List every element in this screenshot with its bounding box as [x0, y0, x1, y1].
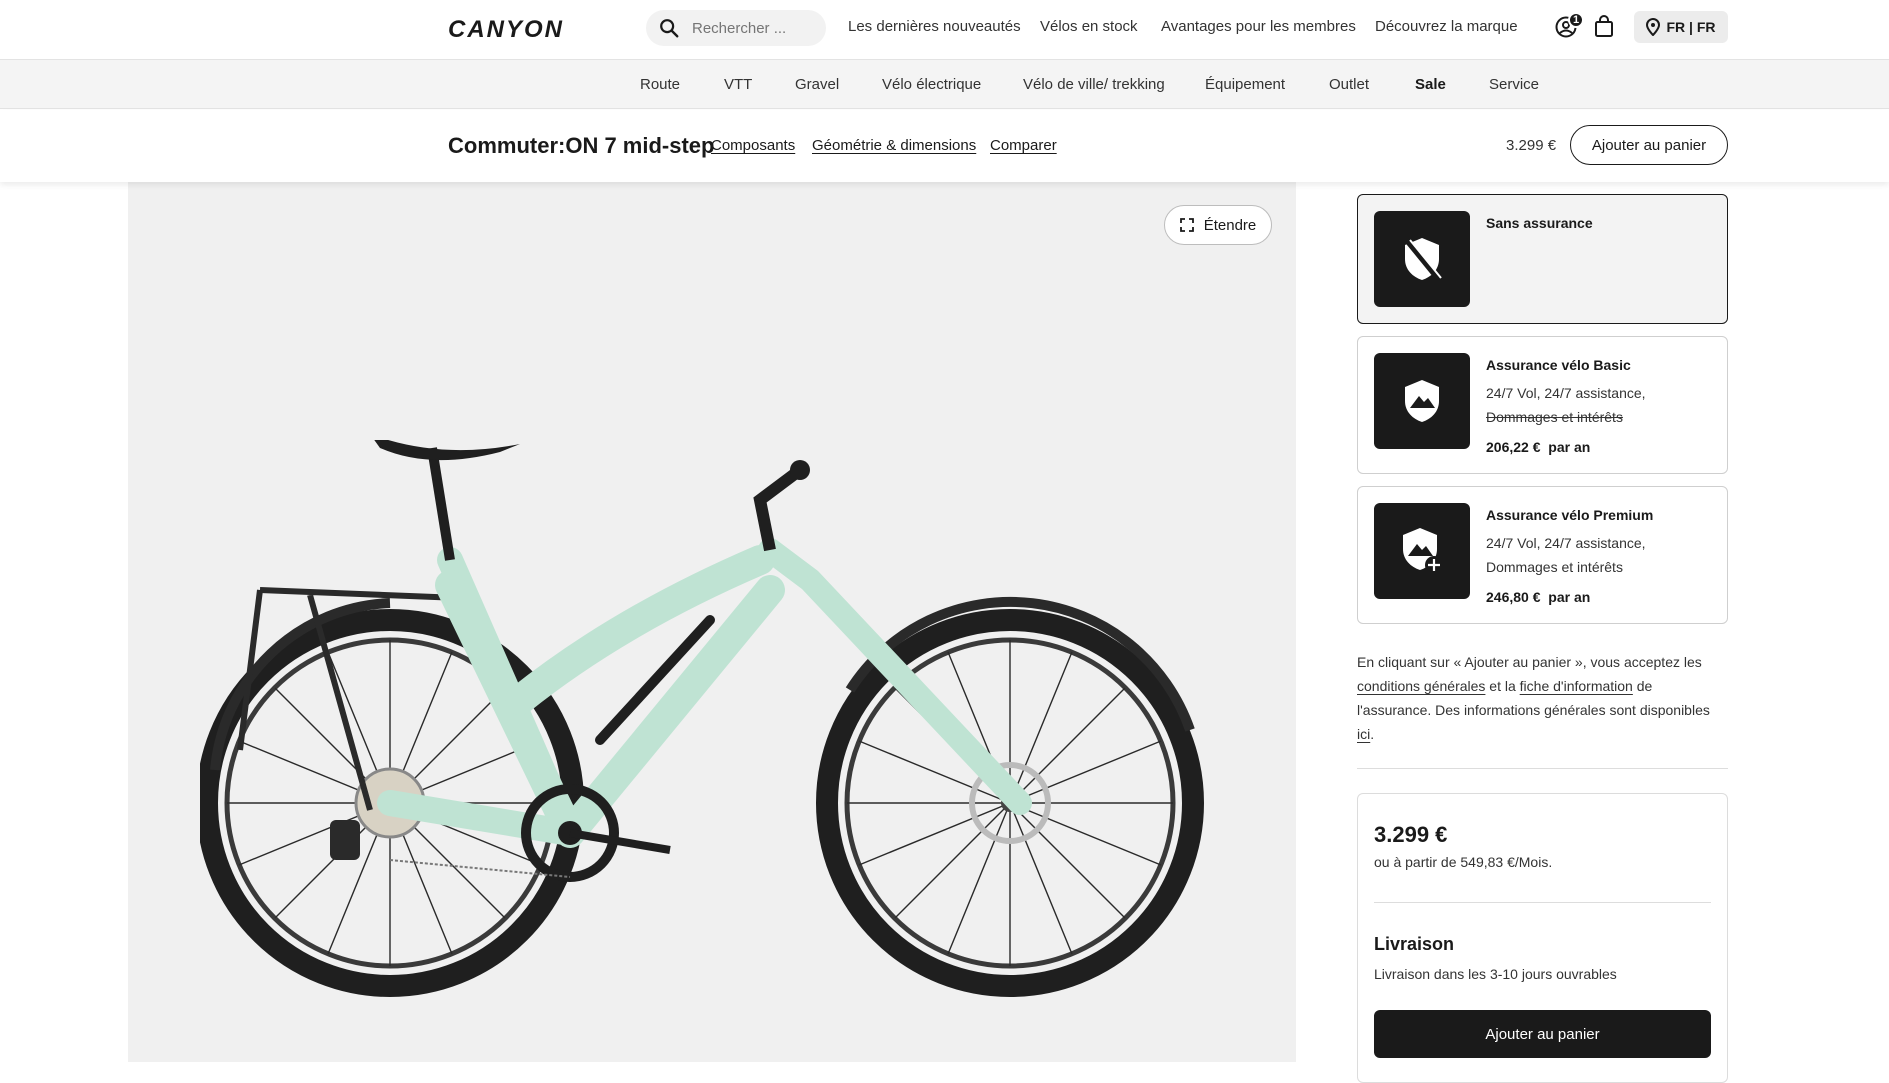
fullscreen-icon	[1179, 218, 1194, 232]
insurance-premium-line1: 24/7 Vol, 24/7 assistance,	[1486, 535, 1646, 551]
account-badge: 1	[1568, 12, 1584, 28]
link-comparer[interactable]: Comparer	[990, 137, 1057, 154]
insurance-premium-per: par an	[1548, 589, 1591, 605]
add-to-cart-top-button[interactable]: Ajouter au panier	[1570, 125, 1728, 165]
insurance-premium-price: 246,80 € par an	[1486, 589, 1590, 605]
canyon-logo[interactable]: CANYON	[448, 16, 592, 40]
insurance-basic-amount: 206,22 €	[1486, 439, 1541, 455]
insurance-option-premium[interactable]: Assurance vélo Premium 24/7 Vol, 24/7 as…	[1357, 486, 1728, 624]
category-bar: Route VTT Gravel Vélo électrique Vélo de…	[0, 60, 1889, 109]
search-icon	[660, 19, 679, 38]
category-sale[interactable]: Sale	[1415, 76, 1446, 93]
category-outlet[interactable]: Outlet	[1329, 76, 1369, 93]
shield-mountain-icon	[1374, 353, 1470, 449]
bike-image	[200, 440, 1204, 997]
insurance-premium-title: Assurance vélo Premium	[1486, 507, 1654, 523]
delivery-title: Livraison	[1374, 934, 1455, 954]
insurance-premium-desc: 24/7 Vol, 24/7 assistance, Dommages et i…	[1486, 531, 1716, 579]
category-route[interactable]: Route	[640, 76, 680, 93]
divider	[1357, 768, 1728, 769]
insurance-option-basic[interactable]: Assurance vélo Basic 24/7 Vol, 24/7 assi…	[1357, 336, 1728, 474]
locale-selector[interactable]: FR | FR	[1634, 11, 1728, 43]
insurance-basic-line2: Dommages et intérêts	[1486, 409, 1623, 425]
insurance-basic-desc: 24/7 Vol, 24/7 assistance, Dommages et i…	[1486, 381, 1716, 429]
shopping-bag-icon[interactable]	[1594, 15, 1614, 37]
link-ici[interactable]: ici	[1357, 726, 1370, 742]
insurance-option-none[interactable]: Sans assurance	[1357, 194, 1728, 324]
insurance-basic-price: 206,22 € par an	[1486, 439, 1590, 455]
nav-discover-brand[interactable]: Découvrez la marque	[1375, 18, 1518, 35]
link-geometrie[interactable]: Géométrie & dimensions	[812, 137, 976, 154]
expand-button[interactable]: Étendre	[1164, 205, 1272, 245]
link-composants[interactable]: Composants	[711, 137, 795, 154]
insurance-premium-line2: Dommages et intérêts	[1486, 559, 1623, 575]
logo-text: CANYON	[448, 16, 564, 40]
insurance-basic-title: Assurance vélo Basic	[1486, 357, 1631, 373]
top-navigation-bar: CANYON Les dernières nouveautés Vélos en…	[0, 0, 1889, 60]
terms-part1: En cliquant sur « Ajouter au panier », v…	[1357, 654, 1702, 670]
insurance-none-title: Sans assurance	[1486, 215, 1593, 231]
terms-part2: et la	[1485, 678, 1520, 694]
product-title: Commuter:ON 7 mid-step	[448, 133, 715, 158]
purchase-divider	[1374, 902, 1711, 903]
locale-label: FR | FR	[1666, 19, 1716, 35]
terms-text: En cliquant sur « Ajouter au panier », v…	[1357, 650, 1728, 746]
insurance-basic-line1: 24/7 Vol, 24/7 assistance,	[1486, 385, 1646, 401]
product-price: 3.299 €	[1506, 137, 1557, 154]
nav-in-stock[interactable]: Vélos en stock	[1040, 18, 1138, 35]
financing-text: ou à partir de 549,83 €/Mois.	[1374, 854, 1553, 870]
insurance-premium-amount: 246,80 €	[1486, 589, 1541, 605]
delivery-text: Livraison dans les 3-10 jours ouvrables	[1374, 966, 1617, 982]
category-gravel[interactable]: Gravel	[795, 76, 839, 93]
bike-frame	[377, 538, 1032, 848]
nav-member-benefits[interactable]: Avantages pour les membres	[1161, 18, 1356, 35]
shield-mountain-plus-icon	[1374, 503, 1470, 599]
insurance-basic-per: par an	[1548, 439, 1591, 455]
shield-off-icon	[1374, 211, 1470, 307]
search-box[interactable]	[646, 10, 826, 46]
link-fiche-information[interactable]: fiche d'information	[1520, 678, 1633, 694]
category-ville-trekking[interactable]: Vélo de ville/ trekking	[1023, 76, 1165, 93]
product-sticky-bar: Commuter:ON 7 mid-step Composants Géomét…	[0, 110, 1889, 182]
category-service[interactable]: Service	[1489, 76, 1539, 93]
purchase-price: 3.299 €	[1374, 822, 1448, 847]
location-pin-icon	[1646, 18, 1661, 36]
category-velo-electrique[interactable]: Vélo électrique	[882, 76, 981, 93]
purchase-box: 3.299 € ou à partir de 549,83 €/Mois. Li…	[1357, 793, 1728, 1083]
add-to-cart-button[interactable]: Ajouter au panier	[1374, 1010, 1711, 1058]
search-input[interactable]	[692, 19, 812, 37]
category-equipement[interactable]: Équipement	[1205, 76, 1285, 93]
expand-label: Étendre	[1203, 216, 1257, 234]
terms-part4: .	[1370, 726, 1375, 742]
category-vtt[interactable]: VTT	[724, 76, 752, 93]
nav-latest[interactable]: Les dernières nouveautés	[848, 18, 1021, 35]
link-conditions-generales[interactable]: conditions générales	[1357, 678, 1485, 694]
